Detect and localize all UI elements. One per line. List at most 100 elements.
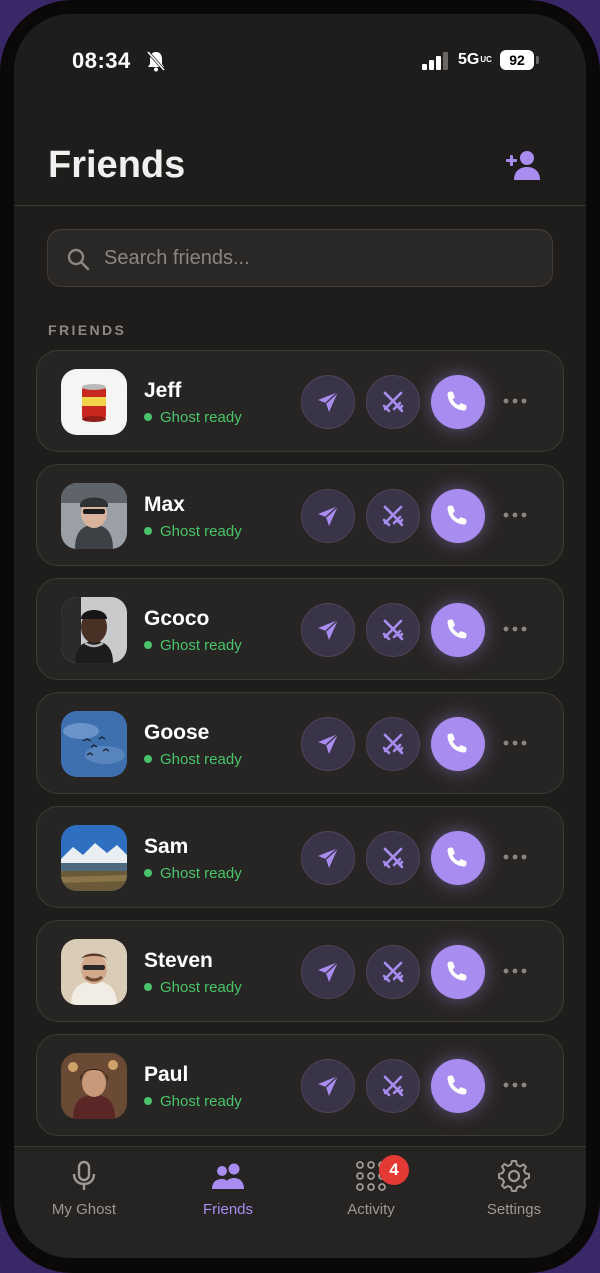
send-button[interactable] xyxy=(301,375,355,429)
send-button[interactable] xyxy=(301,603,355,657)
header: Friends xyxy=(14,104,586,206)
duel-button[interactable] xyxy=(366,1059,420,1113)
duel-button[interactable] xyxy=(366,831,420,885)
phone-icon xyxy=(447,733,467,753)
crossed-swords-icon xyxy=(382,847,404,869)
more-options-icon[interactable] xyxy=(500,845,530,869)
more-options-icon[interactable] xyxy=(500,731,530,755)
status-dot xyxy=(144,527,152,535)
status-dot xyxy=(144,983,152,991)
friend-status: Ghost ready xyxy=(144,751,242,768)
avatar xyxy=(61,939,127,1005)
duel-button[interactable] xyxy=(366,717,420,771)
send-button[interactable] xyxy=(301,489,355,543)
avatar xyxy=(61,1053,127,1119)
more-options-icon[interactable] xyxy=(500,1073,530,1097)
section-label: FRIENDS xyxy=(48,322,127,338)
call-button[interactable] xyxy=(431,945,485,999)
friend-card[interactable]: Sam Ghost ready xyxy=(36,806,564,908)
friend-name: Sam xyxy=(144,835,189,858)
status-time: 08:34 xyxy=(72,48,131,73)
tab-label: Activity xyxy=(347,1201,395,1218)
cellular-signal-icon xyxy=(422,52,448,70)
friend-card[interactable]: Jeff Ghost ready xyxy=(36,350,564,452)
send-button[interactable] xyxy=(301,1059,355,1113)
tab-my-ghost[interactable]: My Ghost xyxy=(24,1159,144,1229)
duel-button[interactable] xyxy=(366,945,420,999)
friend-name: Goose xyxy=(144,721,210,744)
tab-friends[interactable]: Friends xyxy=(168,1159,288,1229)
friend-card[interactable]: Max Ghost ready xyxy=(36,464,564,566)
page-title: Friends xyxy=(48,144,186,186)
tab-label: Settings xyxy=(486,1201,542,1218)
search-bar[interactable] xyxy=(47,229,553,287)
call-button[interactable] xyxy=(431,375,485,429)
crossed-swords-icon xyxy=(382,391,404,413)
phone-icon xyxy=(447,619,467,639)
friend-name: Steven xyxy=(144,949,213,972)
send-icon xyxy=(318,505,339,526)
send-button[interactable] xyxy=(301,831,355,885)
send-icon xyxy=(318,733,339,754)
avatar xyxy=(61,597,127,663)
friend-status: Ghost ready xyxy=(144,865,242,882)
phone-icon xyxy=(447,1075,467,1095)
avatar xyxy=(61,711,127,777)
crossed-swords-icon xyxy=(382,733,404,755)
more-options-icon[interactable] xyxy=(500,617,530,641)
phone-icon xyxy=(447,961,467,981)
send-button[interactable] xyxy=(301,717,355,771)
phone-icon xyxy=(447,391,467,411)
status-dot xyxy=(144,641,152,649)
friend-list: Jeff Ghost ready Max Ghost ready Gcoco G… xyxy=(36,350,564,1148)
send-icon xyxy=(318,1075,339,1096)
friend-card[interactable]: Gcoco Ghost ready xyxy=(36,578,564,680)
status-bar: 08:34 5GUC 92 xyxy=(14,14,586,104)
call-button[interactable] xyxy=(431,717,485,771)
call-button[interactable] xyxy=(431,603,485,657)
status-dot xyxy=(144,413,152,421)
tab-label: My Ghost xyxy=(51,1201,117,1218)
friend-card[interactable]: Paul Ghost ready xyxy=(36,1034,564,1136)
search-input[interactable] xyxy=(104,240,534,276)
friend-status: Ghost ready xyxy=(144,409,242,426)
avatar xyxy=(61,825,127,891)
friend-card[interactable]: Steven Ghost ready xyxy=(36,920,564,1022)
gear-icon xyxy=(498,1160,530,1192)
tab-label: Friends xyxy=(202,1201,254,1218)
microphone-icon xyxy=(72,1160,96,1190)
bell-muted-icon xyxy=(146,51,166,72)
tab-settings[interactable]: Settings xyxy=(454,1159,574,1229)
avatar xyxy=(61,483,127,549)
call-button[interactable] xyxy=(431,1059,485,1113)
send-icon xyxy=(318,391,339,412)
tab-bar: My Ghost Friends 4 Activity Settings xyxy=(14,1146,586,1258)
phone-icon xyxy=(447,847,467,867)
tab-activity[interactable]: 4 Activity xyxy=(311,1155,431,1229)
friend-status: Ghost ready xyxy=(144,1093,242,1110)
users-icon xyxy=(212,1163,244,1189)
add-friend-icon[interactable] xyxy=(504,146,544,186)
send-icon xyxy=(318,619,339,640)
friend-name: Jeff xyxy=(144,379,182,402)
call-button[interactable] xyxy=(431,831,485,885)
crossed-swords-icon xyxy=(382,1075,404,1097)
send-icon xyxy=(318,847,339,868)
friend-name: Gcoco xyxy=(144,607,210,630)
battery-tip xyxy=(536,56,539,64)
duel-button[interactable] xyxy=(366,603,420,657)
friend-status: Ghost ready xyxy=(144,979,242,996)
status-dot xyxy=(144,1097,152,1105)
more-options-icon[interactable] xyxy=(500,503,530,527)
more-options-icon[interactable] xyxy=(500,959,530,983)
more-options-icon[interactable] xyxy=(500,389,530,413)
crossed-swords-icon xyxy=(382,961,404,983)
duel-button[interactable] xyxy=(366,375,420,429)
friend-status: Ghost ready xyxy=(144,523,242,540)
battery-level: 92 xyxy=(500,50,534,70)
crossed-swords-icon xyxy=(382,619,404,641)
duel-button[interactable] xyxy=(366,489,420,543)
send-button[interactable] xyxy=(301,945,355,999)
friend-card[interactable]: Goose Ghost ready xyxy=(36,692,564,794)
call-button[interactable] xyxy=(431,489,485,543)
